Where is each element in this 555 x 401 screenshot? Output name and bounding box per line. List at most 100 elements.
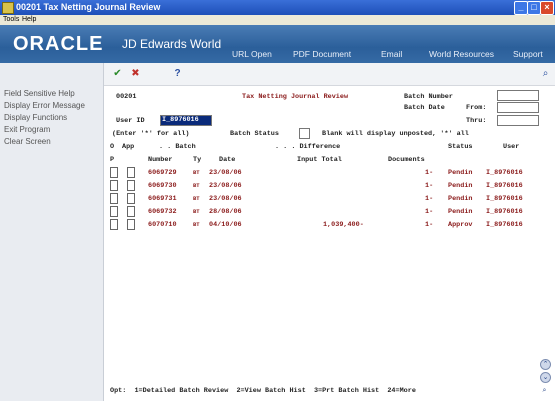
- nav-pdf-document[interactable]: PDF Document: [293, 49, 351, 59]
- help-icon[interactable]: ?: [172, 68, 183, 79]
- header-status: Status: [448, 143, 473, 151]
- cancel-icon[interactable]: ✖: [130, 68, 141, 79]
- menu-help[interactable]: Help: [22, 16, 36, 23]
- header-number: Number: [148, 156, 173, 164]
- maximize-button[interactable]: □: [527, 1, 541, 15]
- app-field[interactable]: [127, 193, 135, 204]
- row-ty: BT: [193, 169, 200, 176]
- program-id: 00201: [116, 93, 137, 101]
- header-ty: Ty: [193, 156, 202, 164]
- search-icon[interactable]: ⌕: [540, 386, 549, 395]
- batch-status-hint: Blank will display unposted, '*' all: [322, 130, 469, 138]
- row-user: I_8976016: [486, 221, 523, 229]
- header-p: P: [110, 156, 115, 164]
- row-documents: 1-: [425, 221, 434, 229]
- row-status: Approv: [448, 221, 473, 229]
- row-user: I_8976016: [486, 182, 523, 190]
- batch-number-label: Batch Number: [404, 93, 453, 101]
- app-field[interactable]: [127, 180, 135, 191]
- option-field[interactable]: [110, 193, 118, 204]
- header-difference: . . . Difference: [275, 143, 341, 151]
- row-ty: BT: [193, 221, 200, 228]
- batch-status-label: Batch Status: [230, 130, 279, 138]
- row-user: I_8976016: [486, 169, 523, 177]
- oracle-logo: ORACLE: [13, 33, 104, 55]
- nav-email[interactable]: Email: [381, 49, 402, 59]
- header-date: Date: [219, 156, 236, 164]
- options-line: Opt: 1=Detailed Batch Review 2=View Batc…: [110, 387, 416, 395]
- row-status: Pendin: [448, 182, 473, 190]
- check-icon[interactable]: ✔: [112, 68, 123, 79]
- header-user: User: [503, 143, 520, 151]
- row-user: I_8976016: [486, 208, 523, 216]
- batch-status-field[interactable]: [299, 128, 310, 139]
- menu-bar: Tools Help: [0, 15, 555, 25]
- header-input-total: Input Total: [297, 156, 342, 164]
- sidebar: Field Sensitive Help Display Error Messa…: [0, 63, 104, 401]
- option-field[interactable]: [110, 180, 118, 191]
- row-status: Pendin: [448, 208, 473, 216]
- title-bar: 00201 Tax Netting Journal Review _ □ ×: [0, 0, 555, 15]
- option-field[interactable]: [110, 206, 118, 217]
- banner: ORACLE JD Edwards World URL Open PDF Doc…: [0, 25, 555, 63]
- row-ty: BT: [193, 182, 200, 189]
- row-user: I_8976016: [486, 195, 523, 203]
- row-date: 04/10/06: [209, 221, 242, 229]
- app-field[interactable]: [127, 206, 135, 217]
- close-button[interactable]: ×: [540, 1, 554, 15]
- scroll-down-icon[interactable]: ⌄: [540, 372, 551, 383]
- option-field[interactable]: [110, 219, 118, 230]
- scroll-up-icon[interactable]: ⌃: [540, 359, 551, 370]
- row-status: Pendin: [448, 169, 473, 177]
- page-title: Tax Netting Journal Review: [242, 93, 349, 101]
- sidebar-item-exit-program[interactable]: Exit Program: [4, 125, 50, 134]
- nav-url-open[interactable]: URL Open: [232, 49, 272, 59]
- thru-label: Thru:: [466, 117, 487, 125]
- minimize-button[interactable]: _: [514, 1, 528, 15]
- row-documents: 1-: [425, 169, 434, 177]
- batch-date-label: Batch Date: [404, 104, 445, 112]
- header-batch: . . Batch: [159, 143, 196, 151]
- app-field[interactable]: [127, 219, 135, 230]
- user-id-label: User ID: [116, 117, 145, 125]
- sidebar-item-display-error[interactable]: Display Error Message: [4, 101, 85, 110]
- toolbar: ✔ ✖ ? ⌕: [104, 63, 555, 86]
- search-icon[interactable]: ⌕: [540, 68, 551, 79]
- user-id-field[interactable]: I_8976016: [160, 115, 212, 126]
- row-number: 6069731: [148, 195, 177, 203]
- from-date-field[interactable]: [497, 102, 539, 113]
- row-number: 6070710: [148, 221, 177, 229]
- thru-date-field[interactable]: [497, 115, 539, 126]
- nav-world-resources[interactable]: World Resources: [429, 49, 494, 59]
- row-date: 23/08/06: [209, 182, 242, 190]
- sidebar-item-display-functions[interactable]: Display Functions: [4, 113, 67, 122]
- product-name: JD Edwards World: [122, 37, 222, 51]
- row-number: 6069730: [148, 182, 177, 190]
- row-ty: BT: [193, 208, 200, 215]
- header-documents: Documents: [388, 156, 425, 164]
- row-date: 23/08/06: [209, 169, 242, 177]
- header-o: O: [110, 143, 115, 151]
- window-title: 00201 Tax Netting Journal Review: [16, 2, 161, 12]
- sidebar-item-clear-screen[interactable]: Clear Screen: [4, 137, 51, 146]
- batch-number-field[interactable]: [497, 90, 539, 101]
- app-icon: [2, 2, 14, 14]
- menu-tools[interactable]: Tools: [3, 16, 19, 23]
- row-ty: BT: [193, 195, 200, 202]
- from-label: From:: [466, 104, 487, 112]
- row-input-total: 1,039,400-: [323, 221, 364, 229]
- nav-support[interactable]: Support: [513, 49, 543, 59]
- row-documents: 1-: [425, 182, 434, 190]
- row-documents: 1-: [425, 195, 434, 203]
- row-number: 6069732: [148, 208, 177, 216]
- enter-hint: (Enter '*' for all): [112, 130, 190, 138]
- app-field[interactable]: [127, 167, 135, 178]
- terminal-screen: 00201 Tax Netting Journal Review Batch N…: [104, 86, 555, 401]
- sidebar-item-field-help[interactable]: Field Sensitive Help: [4, 89, 75, 98]
- row-number: 6069729: [148, 169, 177, 177]
- header-app: App: [122, 143, 135, 151]
- row-documents: 1-: [425, 208, 434, 216]
- option-field[interactable]: [110, 167, 118, 178]
- row-date: 28/08/06: [209, 208, 242, 216]
- row-date: 23/08/06: [209, 195, 242, 203]
